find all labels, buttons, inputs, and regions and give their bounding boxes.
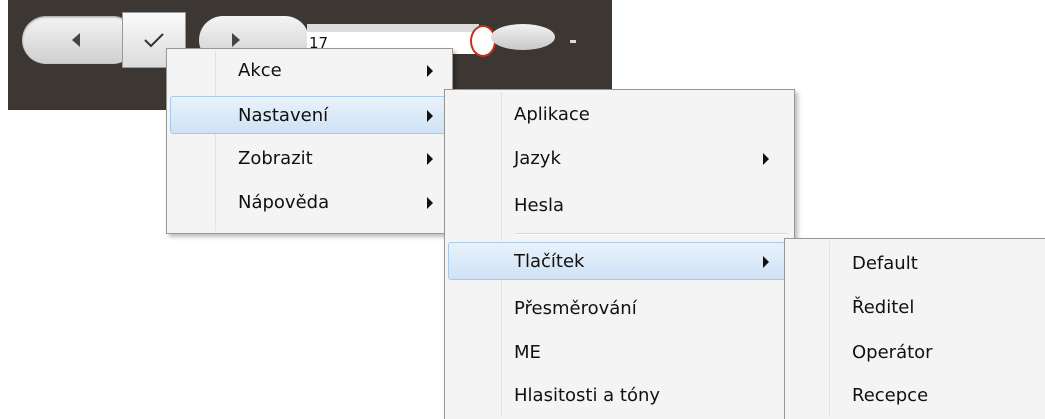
back-button[interactable]: [22, 16, 137, 64]
check-icon: [144, 33, 164, 48]
menu-item-label: Nápověda: [238, 192, 330, 213]
context-menu-settings: Aplikace Jazyk Hesla Tlačítek Přesměrová…: [444, 89, 795, 419]
dash-indicator: [570, 40, 576, 43]
menu-item-label: Default: [852, 253, 918, 274]
menu-item-label: Nastavení: [238, 105, 329, 126]
menu-item-nastaveni[interactable]: Nastavení: [170, 96, 449, 134]
submenu-arrow-icon: [763, 153, 769, 165]
menu-item-tlacitek[interactable]: Tlačítek: [448, 242, 791, 280]
menu-item-label: Tlačítek: [514, 251, 585, 272]
forward-arrow-icon: [232, 33, 240, 47]
menu-item-default[interactable]: Default: [788, 245, 1043, 283]
menu-item-hesla[interactable]: Hesla: [448, 187, 791, 225]
menu-item-label: ME: [514, 342, 541, 363]
menu-item-reditel[interactable]: Ředitel: [788, 289, 1043, 327]
menu-item-label: Zobrazit: [238, 148, 313, 169]
menu-item-label: Ředitel: [852, 297, 915, 318]
menu-item-label: Přesměrování: [514, 298, 637, 319]
submenu-arrow-icon: [763, 256, 769, 268]
menu-item-me[interactable]: ME: [448, 334, 791, 372]
menu-item-recepce[interactable]: Recepce: [788, 377, 1043, 415]
context-menu-buttons: Default Ředitel Operátor Recepce: [784, 238, 1045, 419]
menu-item-zobrazit[interactable]: Zobrazit: [170, 140, 449, 178]
menu-item-label: Akce: [238, 60, 282, 81]
menu-item-hlasitosti[interactable]: Hlasitosti a tóny: [448, 377, 791, 415]
menu-item-operator[interactable]: Operátor: [788, 334, 1043, 372]
menu-item-label: Recepce: [852, 385, 929, 406]
submenu-arrow-icon: [427, 110, 433, 122]
menu-item-akce[interactable]: Akce: [170, 52, 449, 90]
submenu-arrow-icon: [427, 65, 433, 77]
context-menu-main: Akce Nastavení Zobrazit Nápověda: [166, 48, 453, 234]
menu-item-napoveda[interactable]: Nápověda: [170, 184, 449, 222]
menu-item-label: Aplikace: [514, 104, 590, 125]
menu-item-aplikace[interactable]: Aplikace: [448, 96, 791, 134]
submenu-arrow-icon: [427, 197, 433, 209]
menu-item-label: Jazyk: [514, 148, 561, 169]
menu-item-presmerovani[interactable]: Přesměrování: [448, 290, 791, 328]
menu-separator: [515, 233, 788, 235]
menu-item-label: Hlasitosti a tóny: [514, 385, 661, 406]
menu-item-jazyk[interactable]: Jazyk: [448, 140, 791, 178]
back-arrow-icon: [72, 33, 80, 47]
oval-button[interactable]: [491, 24, 555, 50]
menu-item-label: Operátor: [852, 342, 933, 363]
menu-item-label: Hesla: [514, 195, 565, 216]
submenu-arrow-icon: [427, 153, 433, 165]
